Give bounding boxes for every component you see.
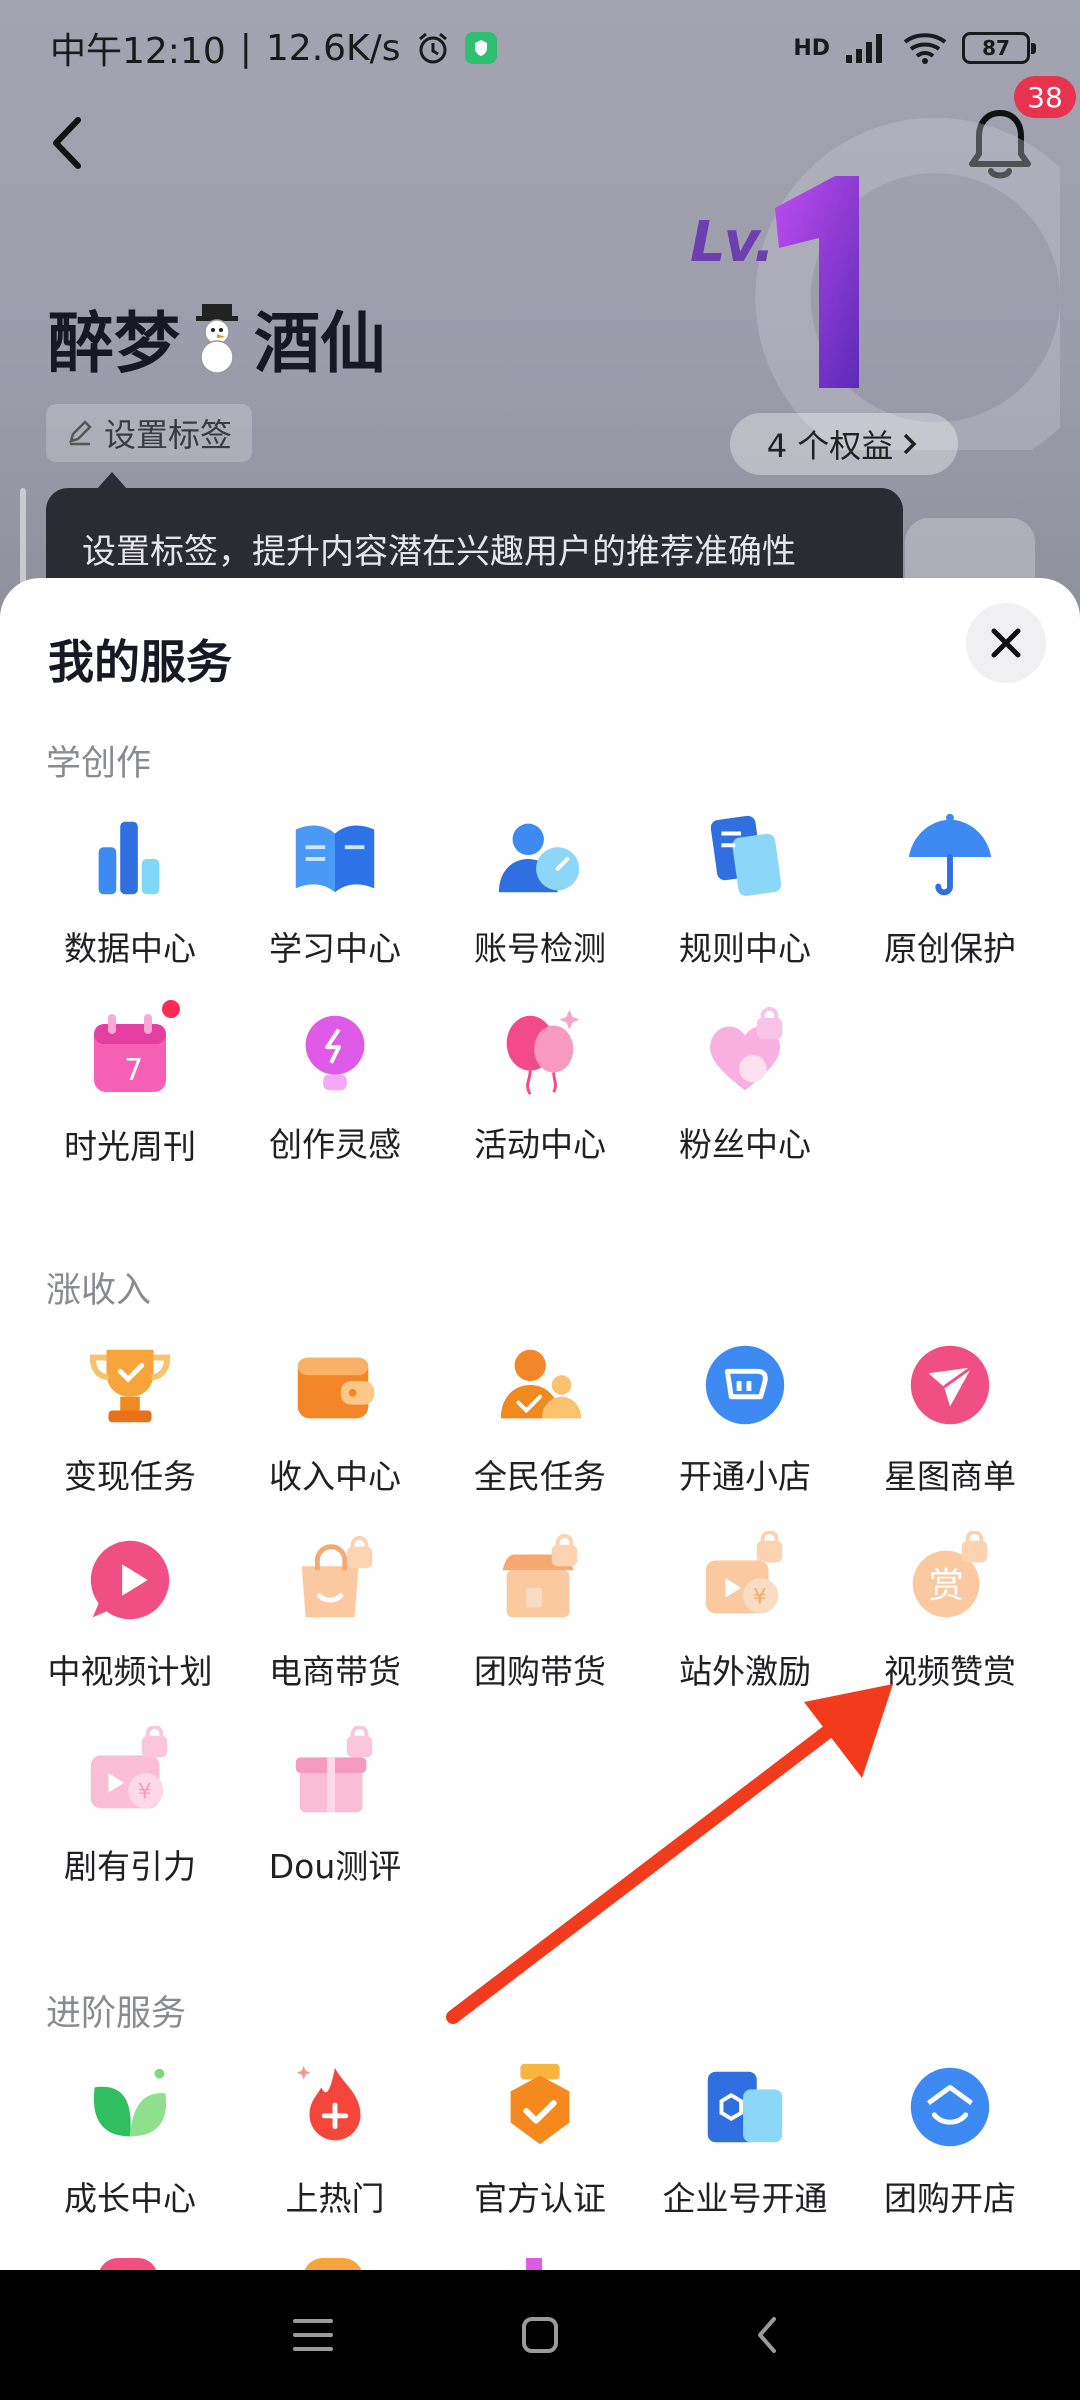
- smile-store-icon: [910, 2067, 990, 2147]
- bar-chart-icon: [98, 821, 160, 895]
- heart-lock-icon: [709, 1006, 783, 1091]
- section-title-create: 学创作: [46, 744, 152, 784]
- rule-doc-icon: [710, 815, 782, 896]
- user-gauge-icon: [498, 823, 580, 893]
- service-growth-center[interactable]: 成长中心: [22, 2050, 238, 2220]
- section-title-income: 涨收入: [46, 1271, 152, 1311]
- service-creative-inspiration[interactable]: 创作灵感: [227, 996, 443, 1166]
- close-icon: [991, 628, 1021, 658]
- battery-icon: 87: [962, 32, 1036, 64]
- my-services-sheet: 我的服务 学创作 数据中心 学习中心 账号检测 规则中心 原创保护 7 时光周刊…: [0, 578, 1080, 2270]
- play-bubble-icon: [90, 1540, 170, 1620]
- service-video-reward[interactable]: 赏 视频赞赏: [842, 1523, 1058, 1693]
- network-speed: 12.6K/s: [265, 27, 401, 69]
- service-go-hot[interactable]: 上热门: [227, 2050, 443, 2220]
- people-check-icon: [500, 1349, 582, 1419]
- svg-text:¥: ¥: [753, 1585, 767, 1610]
- reward-icon: 赏: [912, 1531, 988, 1618]
- sheet-title: 我的服务: [48, 635, 232, 689]
- chevron-right-icon: [904, 433, 917, 455]
- service-account-check[interactable]: 账号检测: [432, 800, 648, 970]
- badge-check-icon: [510, 2063, 570, 2145]
- wallet-icon: [297, 1357, 375, 1419]
- service-rules-center[interactable]: 规则中心: [637, 800, 853, 970]
- set-tag-button[interactable]: 设置标签: [46, 404, 253, 462]
- service-activity-center[interactable]: 活动中心: [432, 996, 648, 1166]
- service-open-shop[interactable]: 开通小店: [637, 1328, 853, 1498]
- shield-icon: [464, 32, 497, 64]
- service-dou-review[interactable]: Dou测评: [227, 1718, 443, 1888]
- alarm-icon: [418, 32, 447, 64]
- back-button[interactable]: [40, 108, 100, 178]
- hd-label: HD: [793, 35, 830, 61]
- chevron-left-icon: [53, 117, 81, 169]
- next-row-peek: [0, 2258, 1080, 2270]
- service-original-protection[interactable]: 原创保护: [842, 800, 1058, 970]
- shopping-bag-icon: [301, 1535, 373, 1618]
- level-label: Lv.: [690, 210, 775, 275]
- svg-text:赏: 赏: [928, 1566, 963, 1607]
- service-time-weekly[interactable]: 7 时光周刊: [22, 996, 238, 1166]
- level-number-graphic: [775, 176, 859, 388]
- umbrella-icon: [908, 813, 992, 896]
- section-title-advanced: 进阶服务: [46, 1994, 187, 2034]
- service-monetize-task[interactable]: 变现任务: [22, 1328, 238, 1498]
- nav-back-icon: [757, 2317, 776, 2353]
- lightbulb-icon: [305, 1015, 365, 1091]
- service-income-center[interactable]: 收入中心: [227, 1328, 443, 1498]
- shop-circle-icon: [705, 1345, 785, 1425]
- service-star-map[interactable]: 星图商单: [842, 1328, 1058, 1498]
- balloons-icon: [506, 1009, 580, 1095]
- service-mid-video-plan[interactable]: 中视频计划: [22, 1523, 238, 1693]
- service-public-task[interactable]: 全民任务: [432, 1328, 648, 1498]
- profile-header: 中午12:10 | 12.6K/s HD 87 38 Lv. 醉梦 酒仙 设置标…: [0, 0, 1080, 640]
- service-ecommerce[interactable]: 电商带货: [227, 1523, 443, 1693]
- status-bar: 中午12:10 | 12.6K/s HD 87: [0, 0, 1080, 96]
- signal-icon: [846, 34, 882, 63]
- nav-back-button[interactable]: [737, 2305, 797, 2365]
- status-time: 中午12:10: [50, 31, 226, 72]
- service-enterprise-account[interactable]: 企业号开通: [637, 2050, 853, 2220]
- service-drama-gravity[interactable]: ¥ 剧有引力: [22, 1718, 238, 1888]
- calendar-icon: 7: [94, 1014, 166, 1092]
- service-group-buy[interactable]: 团购带货: [432, 1523, 648, 1693]
- new-dot: [162, 1000, 180, 1018]
- open-book-icon: [295, 825, 375, 893]
- service-fans-center[interactable]: 粉丝中心: [637, 996, 853, 1166]
- star-map-icon: [910, 1345, 990, 1425]
- snowman-icon: [196, 304, 238, 374]
- gift-box-icon: [295, 1726, 373, 1813]
- flame-plus-icon: [296, 2065, 361, 2141]
- menu-button[interactable]: [283, 2305, 343, 2365]
- service-official-verify[interactable]: 官方认证: [432, 2050, 648, 2220]
- square-icon: [521, 2317, 558, 2353]
- profile-name: 醉梦 酒仙: [48, 290, 386, 386]
- pencil-icon: [69, 420, 92, 446]
- trophy-icon: [89, 1349, 171, 1423]
- service-offsite-incentive[interactable]: ¥ 站外激励: [637, 1523, 853, 1693]
- benefits-button[interactable]: 4 个权益: [730, 413, 958, 475]
- service-data-center[interactable]: 数据中心: [22, 800, 238, 970]
- storefront-icon: [502, 1533, 578, 1618]
- system-nav-bar: [0, 2270, 1080, 2400]
- wifi-icon: [903, 33, 947, 64]
- video-coin-icon: ¥: [705, 1531, 783, 1614]
- svg-text:7: 7: [124, 1053, 143, 1088]
- close-button[interactable]: [966, 603, 1046, 683]
- enterprise-icon: [707, 2071, 783, 2143]
- drama-icon: ¥: [90, 1726, 168, 1809]
- menu-icon: [293, 2319, 334, 2351]
- svg-text:¥: ¥: [138, 1780, 152, 1805]
- service-group-buy-shop[interactable]: 团购开店: [842, 2050, 1058, 2220]
- home-button[interactable]: [510, 2305, 570, 2365]
- service-learning-center[interactable]: 学习中心: [227, 800, 443, 970]
- leaf-icon: [93, 2068, 167, 2137]
